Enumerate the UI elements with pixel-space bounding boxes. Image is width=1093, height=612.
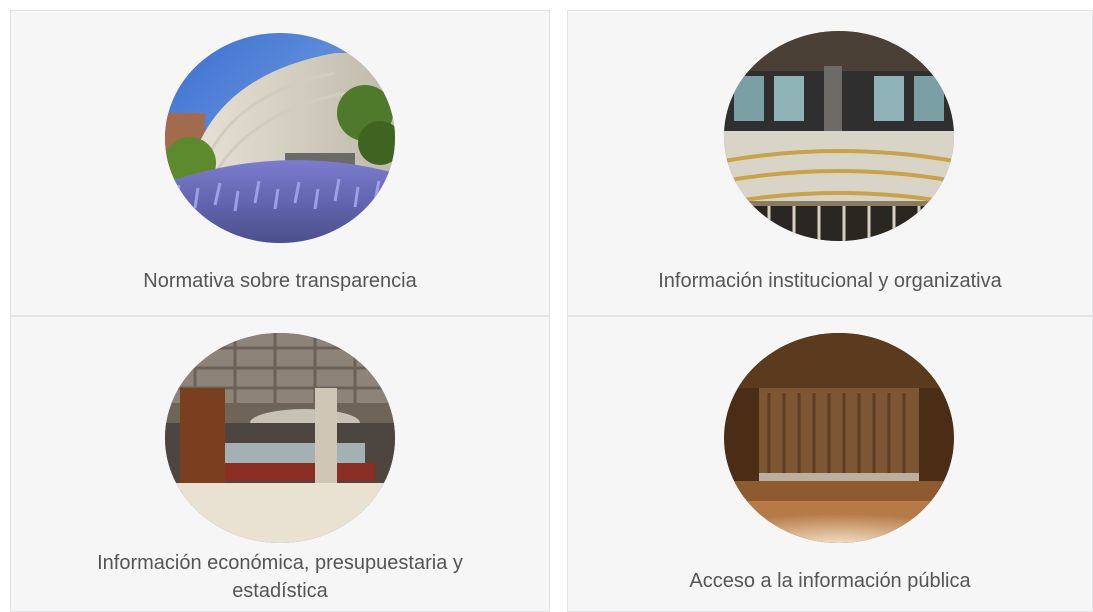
lobby-coffered-ceiling-photo [165, 333, 395, 543]
atrium-balcony-railings-photo [724, 31, 954, 241]
card-title[interactable]: Acceso a la información pública [568, 567, 1092, 595]
card-title[interactable]: Normativa sobre transparencia [11, 267, 549, 295]
card-title[interactable]: Información institucional y organizativa [568, 267, 1092, 295]
card-informacion-institucional[interactable]: Información institucional y organizativa [567, 10, 1093, 316]
building-exterior-lavender-photo [165, 33, 395, 243]
card-acceso-informacion-publica[interactable]: Acceso a la información pública [567, 316, 1093, 612]
card-informacion-economica[interactable]: Información económica, presupuestaria y … [10, 316, 550, 612]
card-normativa-transparencia[interactable]: Normativa sobre transparencia [10, 10, 550, 316]
auditorium-stage-curtain-photo [724, 333, 954, 543]
card-title[interactable]: Información económica, presupuestaria y … [61, 549, 499, 605]
transparency-card-grid: Normativa sobre transparencia Informació… [0, 0, 1093, 612]
